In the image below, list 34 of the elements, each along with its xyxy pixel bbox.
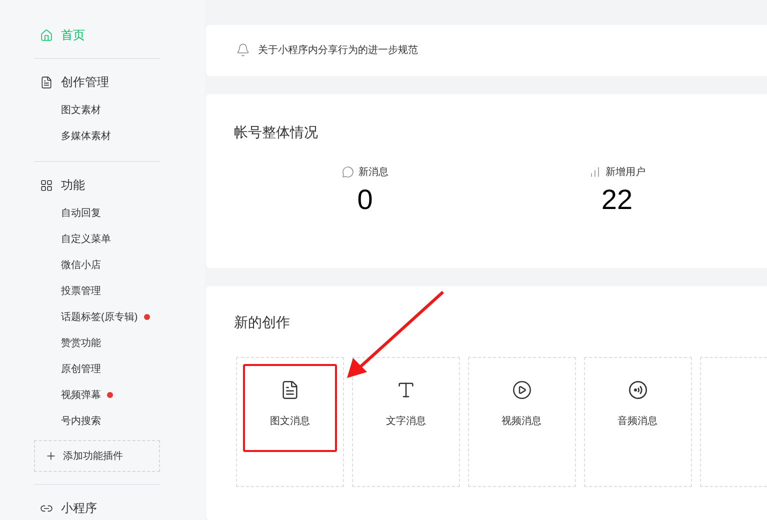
nav-subitem[interactable]: 自定义菜单 [61, 232, 111, 246]
stat-value: 22 [601, 182, 633, 217]
nav-item[interactable]: 小程序 [34, 497, 160, 519]
nav-subitem[interactable]: 自动回复 [61, 206, 101, 220]
nav-item[interactable]: 功能 [34, 174, 160, 196]
audio-icon [628, 380, 648, 400]
home-icon [40, 28, 53, 42]
section-title: 帐号整体情况 [233, 122, 319, 142]
nav-subitem[interactable]: 赞赏功能 [61, 336, 101, 350]
nav-subitem[interactable]: 号内搜索 [61, 414, 101, 428]
notice-link[interactable]: 关于小程序内分享行为的进一步规范 [258, 42, 418, 58]
stat-label: 新消息 [358, 166, 388, 180]
grid-icon [40, 178, 53, 192]
nav-subitem[interactable]: 微信小店 [61, 258, 101, 272]
bell-icon [236, 43, 250, 58]
nav-subitem[interactable]: 视频弹幕 [61, 388, 101, 402]
nav-subitem[interactable]: 投票管理 [61, 284, 101, 298]
document-icon [280, 380, 300, 400]
stat-label: 新增用户 [606, 166, 646, 180]
nav-subitem[interactable]: 多媒体素材 [61, 128, 111, 144]
create-tile[interactable]: 图文消息 [243, 364, 337, 452]
section-title: 新的创作 [234, 312, 291, 332]
stat-value: 0 [357, 182, 373, 217]
nav-subitem[interactable]: 图文素材 [61, 102, 101, 118]
plus-icon [45, 450, 57, 462]
add-plugin-button[interactable]: 添加功能插件 [34, 440, 160, 472]
play-icon [512, 380, 532, 400]
chat-bubble-icon [342, 166, 354, 178]
bar-chart-icon [588, 166, 600, 178]
nav-subitem[interactable]: 原创管理 [61, 362, 101, 376]
nav-subitem[interactable]: 话题标签(原专辑) [61, 310, 138, 324]
document-icon [40, 76, 53, 88]
letter-t-icon [396, 380, 416, 400]
nav-item[interactable]: 创作管理 [34, 71, 160, 93]
